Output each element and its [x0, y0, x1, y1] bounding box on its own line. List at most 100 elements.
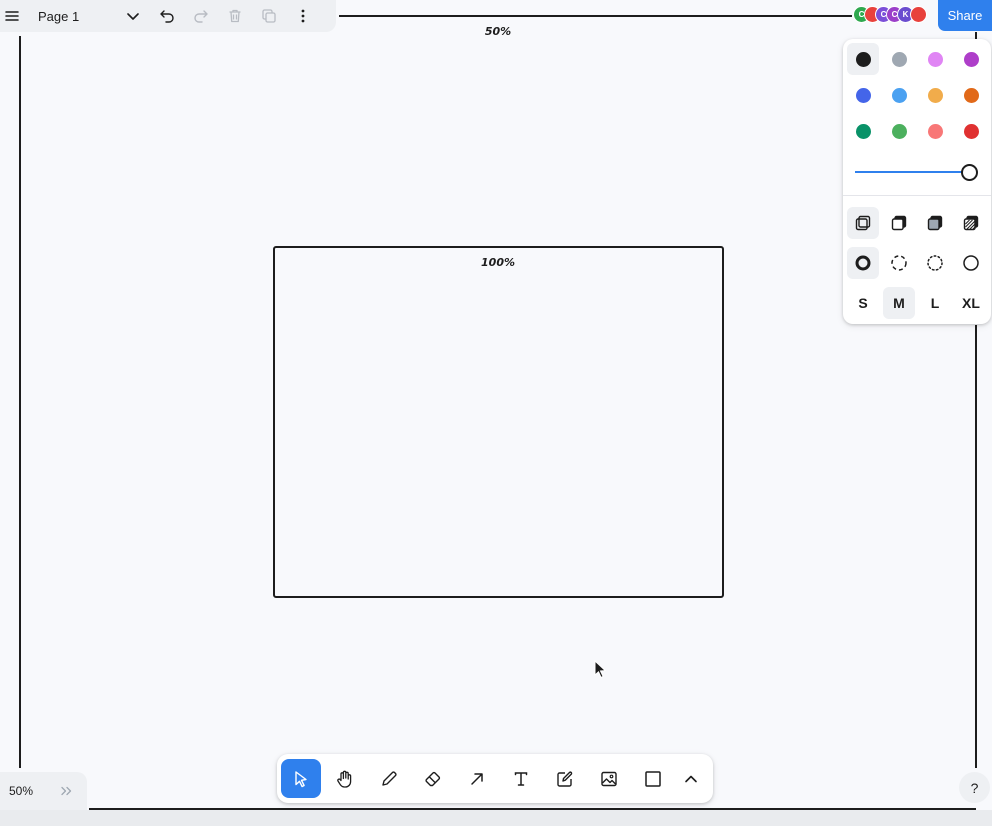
opacity-slider-track[interactable] — [855, 171, 969, 173]
hamburger-icon — [5, 11, 19, 21]
fill-none-button[interactable] — [847, 207, 879, 239]
select-tool[interactable] — [281, 759, 321, 798]
size-m-button[interactable]: M — [883, 287, 915, 319]
dash-dotted-icon — [927, 255, 943, 271]
more-vertical-icon — [301, 9, 305, 23]
size-label: M — [893, 295, 905, 311]
main-menu-panel: Page 1 — [0, 0, 336, 32]
dash-draw-icon — [855, 255, 871, 271]
opacity-slider-thumb[interactable] — [961, 164, 978, 181]
undo-icon — [160, 10, 174, 23]
color-swatch — [927, 87, 943, 103]
chevron-down-icon — [127, 13, 139, 20]
eraser-icon — [425, 771, 441, 786]
color-swatch — [891, 51, 907, 67]
color-swatch — [855, 51, 871, 67]
outer-frame-label: 50% — [484, 25, 512, 38]
hand-tool[interactable] — [325, 759, 365, 798]
fill-solid-button[interactable] — [919, 207, 951, 239]
color-swatch-button[interactable] — [955, 43, 987, 75]
share-button[interactable]: Share — [938, 0, 992, 31]
color-swatch-button[interactable] — [919, 43, 951, 75]
delete-button[interactable] — [218, 0, 252, 32]
hand-icon — [337, 770, 352, 788]
dash-draw-button[interactable] — [847, 247, 879, 279]
color-swatch-button[interactable] — [919, 79, 951, 111]
redo-icon — [194, 10, 208, 23]
window-bottom-strip — [0, 810, 992, 826]
dash-dotted-button[interactable] — [919, 247, 951, 279]
mouse-cursor-icon — [594, 660, 607, 679]
color-swatch-button[interactable] — [955, 115, 987, 147]
style-panel: S M L XL — [843, 39, 991, 324]
panel-divider — [843, 195, 991, 196]
undo-button[interactable] — [150, 0, 184, 32]
fill-semi-icon — [891, 215, 907, 231]
fill-none-icon — [855, 215, 871, 231]
rectangle-tool[interactable] — [633, 759, 673, 798]
hamburger-menu-button[interactable] — [0, 0, 24, 32]
color-swatch-button[interactable] — [847, 115, 879, 147]
color-swatch — [963, 51, 979, 67]
text-tool[interactable] — [501, 759, 541, 798]
draw-tool[interactable] — [369, 759, 409, 798]
size-s-button[interactable]: S — [847, 287, 879, 319]
cursor-arrow-icon — [295, 770, 307, 787]
color-swatch — [927, 51, 943, 67]
rectangle-icon — [645, 770, 661, 787]
text-icon — [514, 771, 528, 786]
dash-dashed-icon — [891, 255, 907, 271]
color-swatch — [963, 123, 979, 139]
color-swatch — [855, 123, 871, 139]
redo-button[interactable] — [184, 0, 218, 32]
pencil-icon — [382, 770, 397, 786]
tool-toolbar — [277, 754, 713, 803]
size-label: L — [930, 295, 940, 311]
size-label: XL — [962, 295, 980, 311]
color-swatch — [891, 123, 907, 139]
color-swatch — [963, 87, 979, 103]
dash-dashed-button[interactable] — [883, 247, 915, 279]
note-tool[interactable] — [545, 759, 585, 798]
color-swatch — [927, 123, 943, 139]
color-swatch-button[interactable] — [883, 43, 915, 75]
color-swatch-button[interactable] — [955, 79, 987, 111]
zoom-level[interactable]: 50% — [9, 784, 33, 798]
color-swatch — [891, 87, 907, 103]
media-tool[interactable] — [589, 759, 629, 798]
color-swatch — [855, 87, 871, 103]
fill-pattern-icon — [963, 215, 979, 231]
avatar-6[interactable] — [910, 6, 927, 23]
size-xl-button[interactable]: XL — [955, 287, 987, 319]
fill-pattern-button[interactable] — [955, 207, 987, 239]
inner-frame-label: 100% — [481, 256, 515, 269]
trash-icon — [229, 9, 241, 23]
size-l-button[interactable]: L — [919, 287, 951, 319]
color-swatch-button[interactable] — [883, 115, 915, 147]
arrow-tool[interactable] — [457, 759, 497, 798]
color-swatch-button[interactable] — [883, 79, 915, 111]
color-swatch-button[interactable] — [847, 79, 879, 111]
dash-solid-icon — [963, 255, 979, 271]
expand-minimap-icon[interactable] — [60, 785, 74, 797]
dash-solid-button[interactable] — [955, 247, 987, 279]
chevron-up-icon — [685, 775, 697, 782]
more-actions-button[interactable] — [286, 0, 320, 32]
eraser-tool[interactable] — [413, 759, 453, 798]
color-swatch-button[interactable] — [847, 43, 879, 75]
help-button[interactable]: ? — [959, 772, 990, 803]
zoom-panel: 50% — [0, 772, 87, 810]
image-icon — [601, 771, 617, 786]
size-label: S — [858, 295, 868, 311]
fill-solid-icon — [927, 215, 943, 231]
fill-semi-button[interactable] — [883, 207, 915, 239]
more-tools-button[interactable] — [673, 759, 709, 798]
avatar-initial: K — [902, 10, 909, 19]
duplicate-button[interactable] — [252, 0, 286, 32]
arrow-icon — [471, 772, 483, 785]
page-name[interactable]: Page 1 — [34, 9, 116, 24]
duplicate-icon — [262, 9, 276, 23]
page-menu-button[interactable] — [116, 0, 150, 32]
color-swatch-button[interactable] — [919, 115, 951, 147]
inner-frame-rect — [273, 246, 724, 598]
